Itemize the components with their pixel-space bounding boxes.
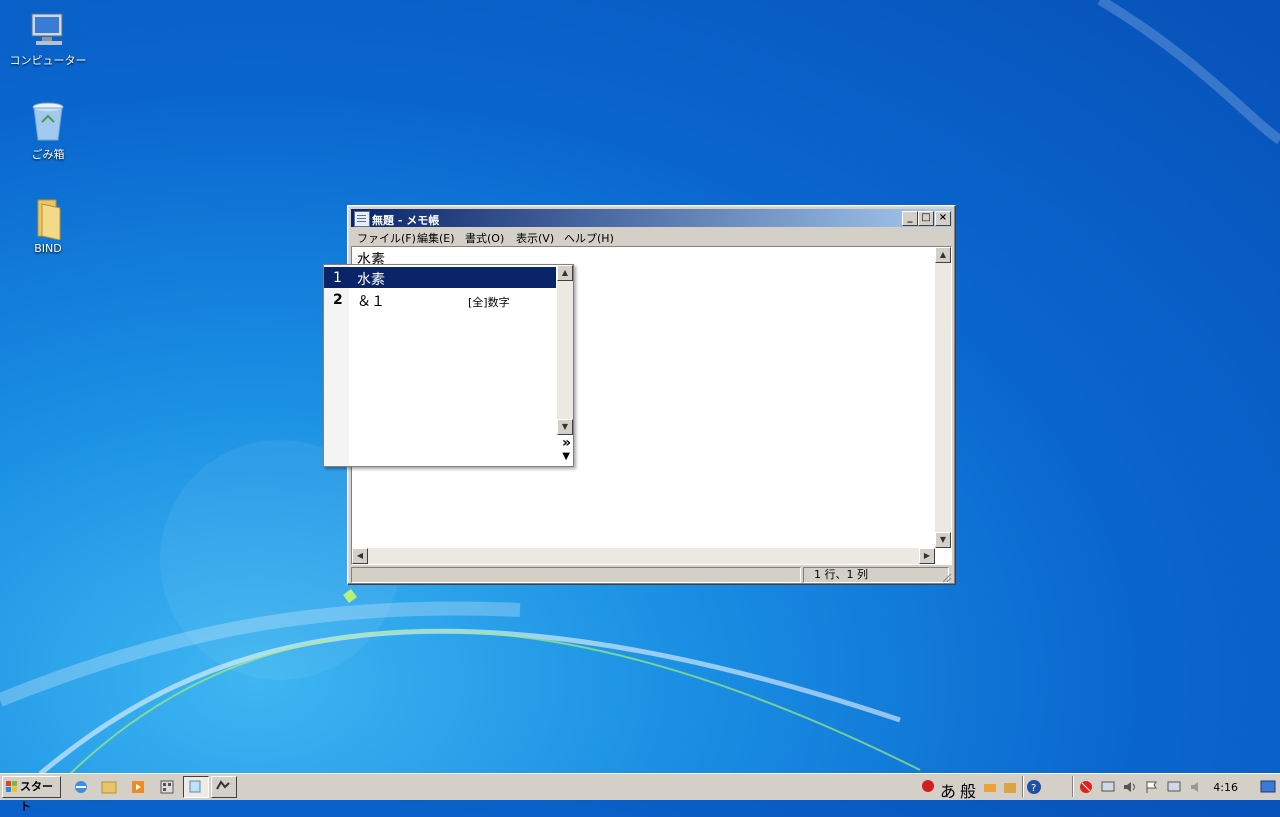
ime-tools-icon[interactable] bbox=[1002, 779, 1018, 795]
scroll-left-button[interactable]: ◀ bbox=[352, 548, 368, 564]
candidate-text: 水素 bbox=[357, 272, 385, 288]
expand-candidates-button[interactable]: » bbox=[562, 435, 571, 451]
ime-pad-icon[interactable] bbox=[982, 779, 998, 795]
explorer-folder-icon[interactable] bbox=[101, 779, 117, 795]
show-desktop-icon[interactable] bbox=[1260, 779, 1276, 795]
vertical-scrollbar[interactable]: ▲ ▼ bbox=[935, 247, 951, 548]
menu-help[interactable]: ヘルプ(H) bbox=[564, 230, 614, 246]
notepad-icon bbox=[354, 211, 370, 227]
display-icon[interactable] bbox=[1166, 779, 1182, 795]
minimize-button[interactable]: _ bbox=[902, 211, 918, 226]
ime-candidate-window: 1 水素 2 ＆１ [全]数字 ▲ ▼ » ▼ bbox=[323, 264, 574, 467]
menu-edit[interactable]: 編集(E) bbox=[417, 230, 455, 246]
security-icon[interactable] bbox=[1078, 779, 1094, 795]
horizontal-scrollbar[interactable]: ◀ ▶ bbox=[352, 548, 935, 564]
start-label: スタート bbox=[20, 780, 53, 813]
desktop-icon-recycle-bin[interactable]: ごみ箱 bbox=[8, 100, 88, 162]
status-cell-empty bbox=[351, 567, 801, 583]
candidate-text: ＆１ bbox=[357, 294, 385, 310]
scroll-down-button[interactable]: ▼ bbox=[935, 532, 951, 548]
clock[interactable]: 4:16 bbox=[1213, 781, 1238, 794]
candidate-number: 1 bbox=[333, 270, 342, 286]
svg-text:?: ? bbox=[1031, 783, 1036, 794]
ime-mode-indicator[interactable]: あ bbox=[940, 778, 956, 802]
menu-view[interactable]: 表示(V) bbox=[516, 230, 554, 246]
close-button[interactable]: × bbox=[935, 211, 951, 226]
scroll-down-button[interactable]: ▼ bbox=[557, 419, 573, 435]
action-center-flag-icon[interactable] bbox=[1144, 779, 1160, 795]
candidate-number: 2 bbox=[333, 292, 343, 308]
ime-dictionary-indicator[interactable]: 般 bbox=[960, 778, 976, 802]
desktop-icon-label: コンピューター bbox=[9, 54, 87, 67]
taskbar: スタート あ 般 ? 4:16 bbox=[0, 773, 1280, 813]
network-icon[interactable] bbox=[1100, 779, 1116, 795]
desktop-icon-bind-folder[interactable]: BIND bbox=[8, 196, 88, 255]
notepad-icon bbox=[189, 780, 201, 793]
title-bar[interactable]: 無題 - メモ帳 _ □ × bbox=[351, 209, 952, 227]
resize-grip-icon[interactable] bbox=[940, 571, 952, 583]
recycle-bin-icon bbox=[32, 102, 64, 141]
desktop-icon-label: BIND bbox=[34, 242, 62, 255]
windows-flag-icon bbox=[6, 781, 17, 792]
scroll-up-button[interactable]: ▲ bbox=[935, 247, 951, 263]
menu-file[interactable]: ファイル(F) bbox=[357, 230, 416, 246]
ime-bar-icon[interactable] bbox=[920, 778, 936, 794]
candidate-scrollbar[interactable]: ▲ ▼ bbox=[557, 265, 573, 435]
window-title: 無題 - メモ帳 bbox=[372, 214, 440, 227]
maximize-button[interactable]: □ bbox=[918, 211, 934, 226]
candidate-item-1[interactable]: 1 水素 bbox=[324, 267, 556, 288]
media-center-icon[interactable] bbox=[159, 779, 175, 795]
desktop-icon-label: ごみ箱 bbox=[31, 148, 65, 161]
taskbar-notepad-button[interactable] bbox=[183, 776, 209, 798]
scroll-up-button[interactable]: ▲ bbox=[557, 265, 573, 281]
status-bar: 1 行、1 列 bbox=[351, 566, 952, 583]
cursor-position: 1 行、1 列 bbox=[803, 567, 949, 583]
internet-explorer-icon[interactable] bbox=[73, 779, 89, 795]
media-player-icon[interactable] bbox=[130, 779, 146, 795]
caps-kana-icon[interactable] bbox=[1046, 778, 1068, 796]
menu-format[interactable]: 書式(O) bbox=[465, 230, 504, 246]
app-icon bbox=[216, 780, 230, 790]
folder-icon bbox=[37, 199, 61, 240]
desktop-icon-computer[interactable]: コンピューター bbox=[8, 12, 88, 68]
start-button[interactable]: スタート bbox=[2, 776, 61, 813]
chevron-down-icon[interactable]: ▼ bbox=[562, 451, 570, 462]
speaker-icon[interactable] bbox=[1188, 779, 1204, 795]
volume-icon[interactable] bbox=[1122, 779, 1138, 795]
menu-bar: ファイル(F) 編集(E) 書式(O) 表示(V) ヘルプ(H) bbox=[351, 228, 952, 246]
system-tray: あ 般 ? 4:16 bbox=[918, 776, 1278, 801]
taskbar-app-button[interactable] bbox=[211, 776, 237, 798]
scroll-right-button[interactable]: ▶ bbox=[919, 548, 935, 564]
candidate-item-2[interactable]: 2 ＆１ [全]数字 bbox=[324, 289, 556, 310]
help-icon[interactable]: ? bbox=[1026, 779, 1042, 795]
computer-icon bbox=[31, 13, 63, 45]
candidate-note: [全]数字 bbox=[468, 296, 510, 309]
